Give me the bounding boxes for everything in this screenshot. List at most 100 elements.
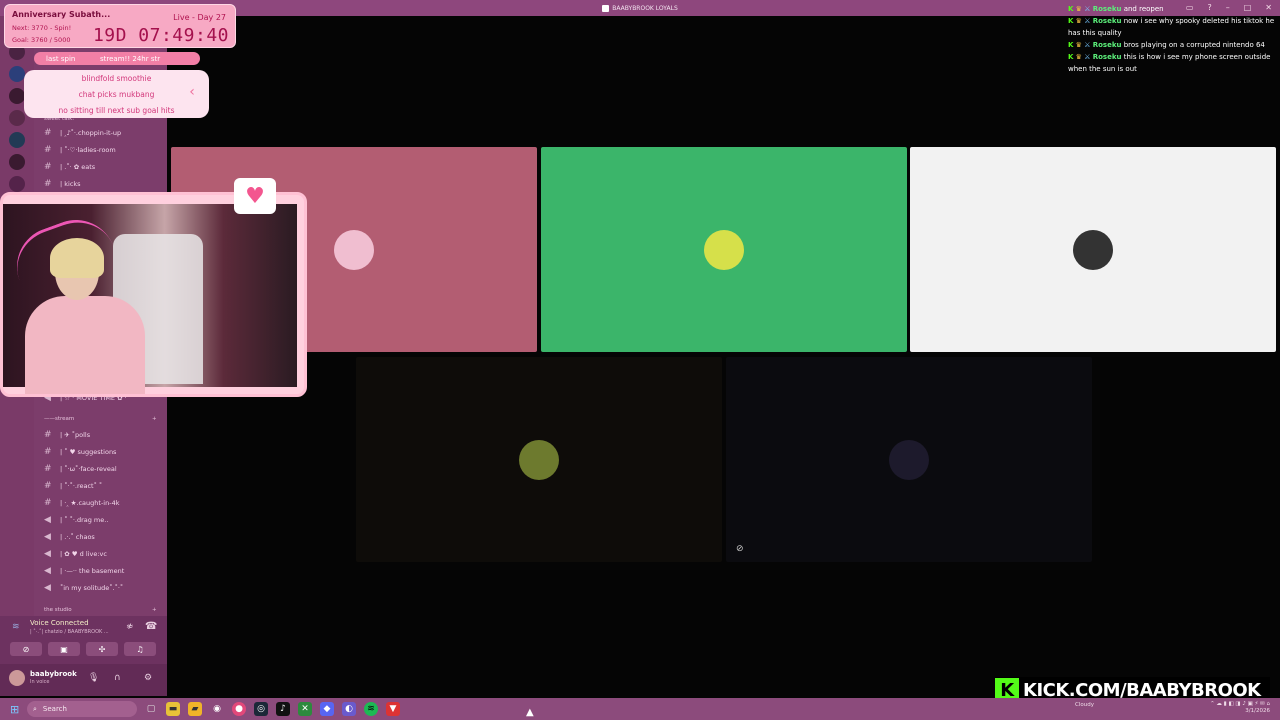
discord-icon[interactable]: ◆ [320, 702, 334, 716]
headphones-icon[interactable]: ∩ [114, 673, 121, 683]
add-channel-icon[interactable]: + [152, 416, 157, 422]
avatar[interactable] [9, 670, 25, 686]
spin-item: chat picks mukbang [78, 90, 155, 99]
voice-channel-item[interactable]: ◀ | ·—·· the basement [44, 566, 124, 576]
channel-item[interactable]: # | ˚ ♥ suggestions [44, 447, 116, 457]
subathon-widget: Anniversary Subath... Next: 3770 - Spin!… [4, 4, 236, 48]
spin-list: blindfold smoothie chat picks mukbang no… [24, 70, 209, 118]
camera-off-button[interactable]: ⊘ [10, 642, 42, 656]
channel-label: | ✿ ♥ d live:vc [60, 550, 107, 558]
category-studio[interactable]: the studio + [44, 607, 157, 613]
folder-icon[interactable]: ▰ [188, 702, 202, 716]
spotify-icon[interactable]: ≋ [364, 702, 378, 716]
username: baabybrook [30, 670, 77, 678]
voice-channel-item[interactable]: ◀ | ˚ ˚·.drag me.. [44, 515, 108, 525]
sword-icon: ⚔ [1084, 41, 1091, 49]
screen: BAABYBROOK LOYALS ▭ ? – □ ✕ sweet talk: … [0, 0, 1280, 720]
obs-icon[interactable]: ◉ [210, 702, 224, 716]
speaker-icon: ◀ [44, 583, 51, 593]
voice-channel-item[interactable]: ◀ | .·.˚ chaos [44, 532, 95, 542]
screen-share-button[interactable]: ▣ [48, 642, 80, 656]
server-icon[interactable] [9, 154, 25, 170]
hash-icon: # [44, 447, 52, 457]
channel-item[interactable]: # | ˚·˚·.react˚ ˚ [44, 481, 102, 491]
signal-icon[interactable]: ≋ [12, 622, 20, 632]
voice-status: Voice Connected [30, 619, 89, 627]
add-channel-icon[interactable]: + [152, 607, 157, 613]
category-label: ——stream [44, 416, 75, 422]
voice-channel-item[interactable]: ◀ ˚in my solitude˚.˚·˚ [44, 583, 123, 593]
channel-label: | .·.˚ chaos [60, 533, 95, 541]
hash-icon: # [44, 128, 52, 138]
channel-label: | ˚ ♥ suggestions [60, 448, 117, 456]
sword-icon: ⚔ [1084, 5, 1091, 13]
weather-label[interactable]: Cloudy [1075, 702, 1094, 708]
taskbar: ⊞ ⌕ Search ▢ ▬ ▰ ◉ ● ◎ ♪ ✕ ◆ ◐ ≋ ▼ Cloudy… [0, 698, 1280, 720]
discord-icon [602, 4, 610, 12]
channel-item[interactable]: # | ˚·♡·ladies-room [44, 145, 116, 155]
noise-suppression-icon[interactable]: ≉ [126, 622, 134, 632]
server-icon[interactable] [9, 66, 25, 82]
live-day: Live - Day 27 [173, 13, 226, 22]
server-icon[interactable] [9, 176, 25, 192]
voice-panel: ≋ Voice Connected | ˚·.˚| chatzio / BAAB… [0, 616, 167, 664]
channel-label: | ·—·· the basement [60, 567, 125, 575]
call-tile[interactable] [541, 147, 907, 352]
speaker-icon: ◀ [44, 566, 51, 576]
disconnect-icon[interactable]: ☎ [145, 621, 157, 632]
server-icon[interactable] [9, 88, 25, 104]
call-tile[interactable] [910, 147, 1276, 352]
tiktok-icon[interactable]: ♪ [276, 702, 290, 716]
kick-badge-icon: K [1068, 5, 1074, 13]
sword-icon: ⚔ [1084, 53, 1091, 61]
task-view-icon[interactable]: ▢ [144, 702, 158, 716]
subathon-timer: 19D 07:49:40 [92, 25, 229, 46]
chevron-left-icon: ‹ [189, 84, 195, 100]
crown-icon: ♛ [1075, 41, 1082, 49]
taskbar-search[interactable]: ⌕ Search [27, 701, 137, 717]
subathon-title: Anniversary Subath... [12, 10, 111, 19]
activities-button[interactable]: ✣ [86, 642, 118, 656]
streamer [25, 238, 145, 394]
channel-item[interactable]: # | ˚·ω˚·face-reveal [44, 464, 117, 474]
system-tray[interactable]: ⌃ ☁ ▮ ◧ ◨ ♪ ▣ ⚡ ✉ ⌂ 3/1/2026 [1210, 701, 1270, 715]
channel-item[interactable]: # | ·‸ ★.caught-in-4k [44, 498, 119, 508]
channel-item[interactable]: # | ✈ ˚polls [44, 430, 90, 440]
mic-icon[interactable]: 🎙︎ [88, 673, 99, 683]
call-tile[interactable]: ⊘ [726, 357, 1092, 562]
channel-label: | ˚ ˚·.drag me.. [60, 516, 109, 524]
app-icon[interactable]: ● [232, 702, 246, 716]
server-icon[interactable] [9, 132, 25, 148]
windows-start-icon[interactable]: ⊞ [10, 703, 19, 716]
subathon-goal: Goal: 3760 / 5000 [12, 36, 71, 44]
chat-username: Roseku [1092, 53, 1122, 61]
voice-channel[interactable]: | ˚·.˚| chatzio / BAABYBROOK ... [30, 629, 109, 635]
xbox-icon[interactable]: ✕ [298, 702, 312, 716]
channel-item[interactable]: # | kicks [44, 179, 81, 189]
category-stream[interactable]: ——stream + [44, 416, 157, 422]
channel-label: | ˚·♡·ladies-room [60, 146, 116, 154]
soundboard-button[interactable]: ♫ [124, 642, 156, 656]
call-tile[interactable] [356, 357, 722, 562]
avatar [889, 439, 929, 480]
spin-item: no sitting till next sub goal hits [58, 106, 175, 115]
app-icon[interactable]: ◐ [342, 702, 356, 716]
app-icon[interactable]: ▼ [386, 702, 400, 716]
channel-label: | .˚· ✿ eats [60, 163, 96, 171]
tray-icons[interactable]: ⌃ ☁ ▮ ◧ ◨ ♪ ▣ ⚡ ✉ ⌂ [1210, 701, 1270, 707]
channel-item[interactable]: # | ‸♪˚·.choppin-it-up [44, 128, 121, 138]
channel-item[interactable]: # | .˚· ✿ eats [44, 162, 95, 172]
kick-badge-icon: K [1068, 53, 1074, 61]
chat-message: K ♛ ⚔ Roseku bros playing on a corrupted… [1068, 39, 1278, 51]
mouse-cursor-icon: ▲ [526, 707, 534, 718]
voice-channel-item[interactable]: ◀ | ✿ ♥ d live:vc [44, 549, 107, 559]
hash-icon: # [44, 145, 52, 155]
file-explorer-icon[interactable]: ▬ [166, 702, 180, 716]
gear-icon[interactable]: ⚙ [144, 673, 152, 683]
avatar [519, 439, 559, 480]
server-icon[interactable] [9, 110, 25, 126]
channel-label: | kicks [60, 180, 81, 188]
category-label: the studio [44, 607, 72, 613]
avatar [334, 229, 374, 270]
steam-icon[interactable]: ◎ [254, 702, 268, 716]
